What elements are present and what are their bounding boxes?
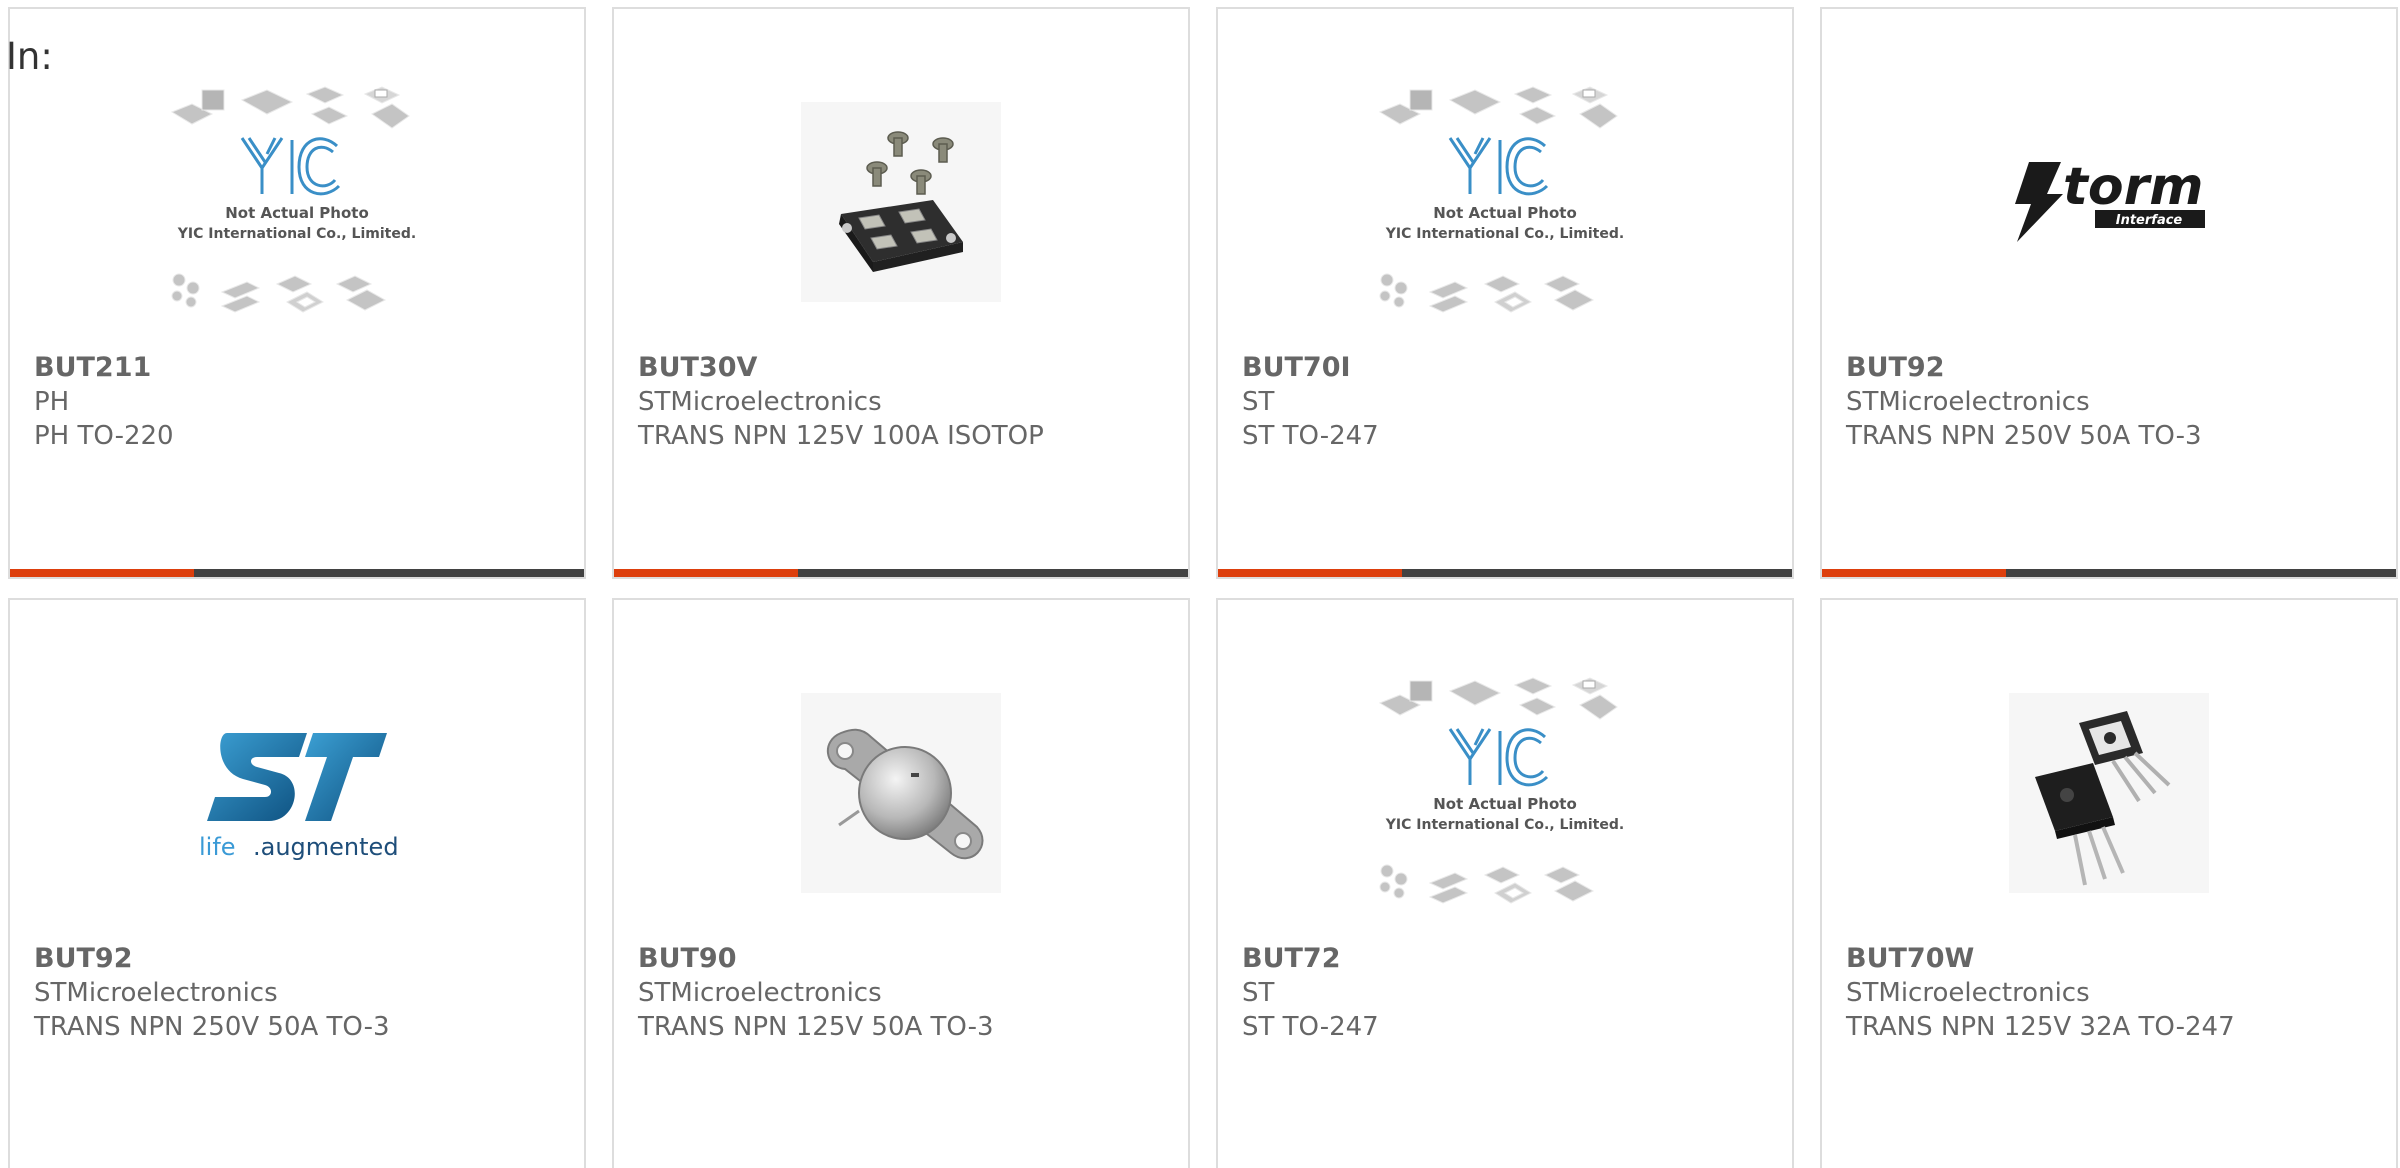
card-bar	[1822, 569, 2396, 577]
product-image[interactable]	[1822, 648, 2396, 938]
to247-transistors-image	[2009, 693, 2209, 893]
product-image[interactable]	[614, 648, 1188, 938]
product-image[interactable]: Not Actual Photo YIC International Co., …	[1218, 648, 1792, 938]
yic-placeholder-image: Not Actual Photo YIC International Co., …	[1378, 86, 1624, 313]
placeholder-line1: Not Actual Photo	[225, 204, 369, 222]
manufacturer: ST	[1242, 978, 1275, 1008]
st-logo: life .augmented	[199, 733, 399, 861]
product-image[interactable]: torm Interface	[1822, 57, 2396, 347]
description: TRANS NPN 250V 50A TO-3	[34, 1012, 390, 1042]
product-card[interactable]: life .augmented BUT92 STMicroelectronics…	[8, 598, 586, 1168]
storm-logo-subtext: Interface	[2116, 213, 2183, 228]
part-number[interactable]: BUT70I	[1242, 351, 1782, 385]
product-card[interactable]: Not Actual Photo YIC International Co., …	[1216, 598, 1794, 1168]
st-tagline-augmented: .augmented	[253, 833, 399, 861]
product-card[interactable]: BUT90 STMicroelectronics TRANS NPN 125V …	[612, 598, 1190, 1168]
description: PH TO-220	[34, 421, 174, 451]
card-bar	[1218, 569, 1792, 577]
placeholder-line2: YIC International Co., Limited.	[177, 226, 416, 242]
product-grid: Not Actual Photo YIC International Co., …	[8, 7, 2400, 1168]
manufacturer: PH	[34, 387, 70, 417]
manufacturer: STMicroelectronics	[638, 978, 882, 1008]
isotop-module-image	[801, 102, 1001, 302]
product-card[interactable]: torm Interface BUT92 STMicroelectronics …	[1820, 7, 2398, 579]
product-card[interactable]: BUT70W STMicroelectronics TRANS NPN 125V…	[1820, 598, 2398, 1168]
description: TRANS NPN 125V 100A ISOTOP	[638, 421, 1044, 451]
placeholder-line2: YIC International Co., Limited.	[1385, 226, 1624, 242]
product-image[interactable]: Not Actual Photo YIC International Co., …	[1218, 57, 1792, 347]
product-image[interactable]: life .augmented	[10, 648, 584, 938]
manufacturer: STMicroelectronics	[1846, 387, 2090, 417]
yic-placeholder-image: Not Actual Photo YIC International Co., …	[170, 86, 416, 313]
storm-logo-text: torm	[2063, 157, 2203, 217]
product-image[interactable]: Not Actual Photo YIC International Co., …	[10, 57, 584, 347]
product-card[interactable]: Not Actual Photo YIC International Co., …	[8, 7, 586, 579]
part-number[interactable]: BUT30V	[638, 351, 1178, 385]
product-card[interactable]: BUT30V STMicroelectronics TRANS NPN 125V…	[612, 7, 1190, 579]
part-number[interactable]: BUT92	[34, 942, 574, 976]
page-heading: In:	[6, 35, 53, 78]
part-number[interactable]: BUT92	[1846, 351, 2386, 385]
yic-placeholder-image: Not Actual Photo YIC International Co., …	[1378, 677, 1624, 904]
card-bar-accent	[1822, 569, 2006, 577]
manufacturer: ST	[1242, 387, 1275, 417]
card-bar-accent	[1218, 569, 1402, 577]
part-number[interactable]: BUT90	[638, 942, 1178, 976]
manufacturer: STMicroelectronics	[638, 387, 882, 417]
storm-interface-logo: torm Interface	[2015, 157, 2205, 242]
card-bar	[10, 569, 584, 577]
placeholder-line2: YIC International Co., Limited.	[1385, 817, 1624, 833]
description: TRANS NPN 125V 32A TO-247	[1846, 1012, 2235, 1042]
part-number[interactable]: BUT70W	[1846, 942, 2386, 976]
part-number[interactable]: BUT72	[1242, 942, 1782, 976]
product-card[interactable]: Not Actual Photo YIC International Co., …	[1216, 7, 1794, 579]
card-bar-accent	[614, 569, 798, 577]
card-bar	[614, 569, 1188, 577]
placeholder-line1: Not Actual Photo	[1433, 204, 1577, 222]
product-image[interactable]	[614, 57, 1188, 347]
part-number[interactable]: BUT211	[34, 351, 574, 385]
to3-can-image	[801, 693, 1001, 893]
manufacturer: STMicroelectronics	[34, 978, 278, 1008]
description: TRANS NPN 250V 50A TO-3	[1846, 421, 2202, 451]
placeholder-line1: Not Actual Photo	[1433, 795, 1577, 813]
manufacturer: STMicroelectronics	[1846, 978, 2090, 1008]
st-tagline-life: life	[199, 833, 236, 861]
card-bar-accent	[10, 569, 194, 577]
description: ST TO-247	[1242, 1012, 1379, 1042]
description: TRANS NPN 125V 50A TO-3	[638, 1012, 994, 1042]
description: ST TO-247	[1242, 421, 1379, 451]
